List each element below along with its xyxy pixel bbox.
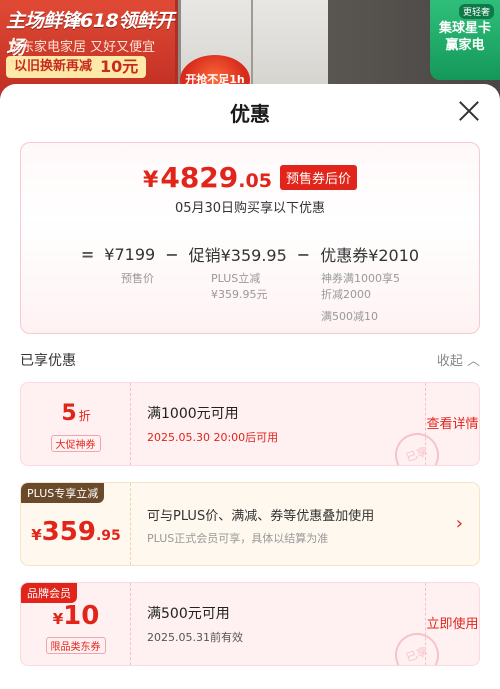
- promo-detail-line: PLUS立减: [211, 272, 261, 285]
- promo-detail-line: ¥359.95元: [211, 288, 268, 301]
- banner-trade-in-pill: 以旧换新再减 10元: [6, 56, 147, 78]
- banner-star-card-promo[interactable]: 更轻奢 集球星卡赢家电: [430, 0, 500, 80]
- use-now-button[interactable]: 立即使用: [425, 583, 479, 665]
- coupon-detail: 神券满1000享5 折减2000 满500减10: [321, 271, 400, 325]
- price-integer: 4829: [160, 161, 239, 194]
- coupon-value: ¥10: [21, 601, 131, 631]
- coupon-detail-line: 折减2000: [321, 288, 371, 301]
- minus-sign: −: [296, 244, 311, 264]
- collapse-label: 收起: [436, 354, 463, 369]
- banner-right-label: 集球星卡赢家电: [438, 21, 491, 53]
- chevron-up-icon: ︿: [466, 354, 480, 369]
- coupon-detail-line: 满500减10: [321, 310, 378, 323]
- view-details-button[interactable]: 查看详情: [425, 383, 479, 465]
- coupon-condition: 满500元可用: [147, 606, 230, 622]
- banner-subtitle: 京东家电家居 又好又便宜: [8, 40, 156, 55]
- coupon-card-brand[interactable]: 品牌会员 ¥10 限品类东券 满500元可用 2025.05.31前有效 已享 …: [20, 582, 480, 666]
- coupon-value-panel: 品牌会员 ¥10 限品类东券: [21, 583, 131, 665]
- coupon-type-tag: 大促神券: [50, 435, 101, 452]
- close-icon[interactable]: [458, 100, 480, 122]
- plus-description: 可与PLUS价、满减、券等优惠叠加使用: [147, 509, 375, 524]
- coupon-value-panel: 5折 大促神券: [21, 383, 131, 465]
- price-decimal: .05: [238, 170, 272, 192]
- coupon-value: 5折: [21, 401, 131, 426]
- coupon-value-currency: ¥: [52, 610, 64, 628]
- purchase-date-note: 05月30日购买享以下优惠: [174, 201, 326, 216]
- plus-value-panel: PLUS专享立减 ¥359.95: [21, 483, 131, 565]
- coupon-discount-unit: 折: [78, 409, 91, 423]
- plus-value: ¥359.95: [21, 517, 131, 547]
- coupon-valid-time: 2025.05.30 20:00后可用: [147, 431, 279, 444]
- banner-promo-amount: 10元: [100, 57, 139, 76]
- coupon-type-tag: 限品类东券: [45, 637, 106, 654]
- coupon-value-number: 10: [63, 601, 100, 631]
- coupon-deduction: 优惠券¥2010: [320, 246, 420, 265]
- equals-sign: =: [80, 244, 95, 264]
- plus-value-integer: 359: [41, 517, 96, 547]
- base-price-label: 预售价: [121, 272, 154, 285]
- banner-right-tag: 更轻奢: [458, 4, 494, 19]
- banner-promo-text: 以旧换新再减: [14, 59, 93, 74]
- coupon-detail-line: 神券满1000享5: [321, 272, 400, 285]
- base-price: ¥7199: [104, 244, 156, 264]
- promo-detail: PLUS立减 ¥359.95元: [211, 271, 268, 303]
- discount-sheet: 优惠 ¥ 4829 .05 预售券后价 05月30日购买享以下优惠 = ¥719…: [0, 84, 500, 689]
- price-formula: = ¥7199 − 促销¥359.95 − 优惠券¥2010: [21, 243, 479, 266]
- sheet-title: 优惠: [230, 102, 270, 126]
- price-summary: ¥ 4829 .05 预售券后价 05月30日购买享以下优惠 = ¥7199 −…: [20, 142, 480, 334]
- plus-corner-tag: PLUS专享立减: [21, 483, 105, 503]
- minus-sign: −: [165, 244, 179, 264]
- promo-deduction: 促销¥359.95: [188, 246, 287, 265]
- plus-discount-card[interactable]: PLUS专享立减 ¥359.95 可与PLUS价、满减、券等优惠叠加使用 PLU…: [20, 482, 480, 566]
- coupon-discount-number: 5: [61, 401, 77, 426]
- chevron-right-icon[interactable]: ›: [456, 513, 463, 534]
- plus-note: PLUS正式会员可享，具体以结算为准: [147, 532, 329, 545]
- price-currency: ¥: [143, 168, 159, 193]
- plus-value-decimal: .95: [95, 528, 121, 544]
- bottom-safe-area: [0, 681, 500, 689]
- coupon-valid-time: 2025.05.31前有效: [147, 631, 243, 644]
- collapse-button[interactable]: 收起 ︿: [437, 350, 480, 369]
- brand-member-tag: 品牌会员: [21, 583, 77, 603]
- final-price-row: ¥ 4829 .05 预售券后价: [21, 161, 479, 194]
- coupon-card-discount[interactable]: 5折 大促神券 满1000元可用 2025.05.30 20:00后可用 已享 …: [20, 382, 480, 466]
- plus-value-currency: ¥: [31, 526, 42, 544]
- applied-discounts-heading: 已享优惠: [20, 353, 76, 369]
- coupon-condition: 满1000元可用: [147, 406, 239, 422]
- price-tag-badge: 预售券后价: [279, 165, 357, 190]
